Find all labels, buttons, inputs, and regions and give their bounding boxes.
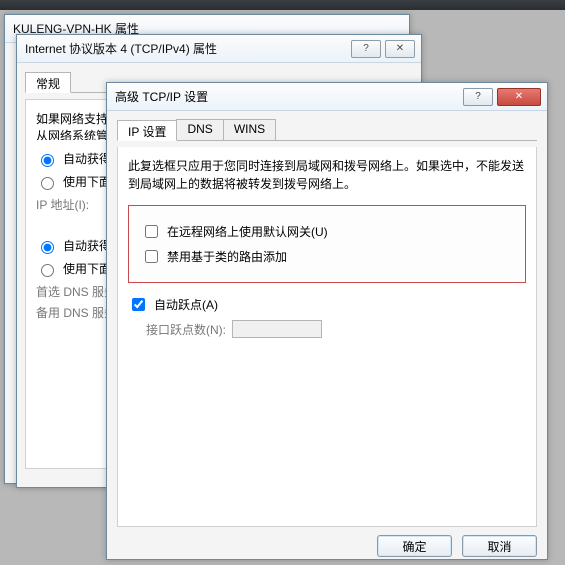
checkbox-disable-class-route[interactable]: [145, 250, 158, 263]
tab-general-label: 常规: [36, 77, 60, 91]
button-row: 确定 取消: [107, 527, 547, 565]
close-button-advanced[interactable]: ✕: [497, 88, 541, 106]
gateway-group: 在远程网络上使用默认网关(U) 禁用基于类的路由添加: [128, 205, 526, 283]
window-advanced-tcpip: 高级 TCP/IP 设置 ? ✕ IP 设置 DNS WINS 此复选框只应用于…: [106, 82, 548, 560]
advanced-intro: 此复选框只应用于您同时连接到局域网和拨号网络上。如果选中，不能发送到局域网上的数…: [128, 157, 526, 193]
checkbox-auto-metric-label: 自动跃点(A): [154, 296, 218, 313]
metric-input: [232, 320, 322, 338]
tab-ip-settings[interactable]: IP 设置: [117, 120, 177, 141]
radio-auto-dns[interactable]: [41, 241, 54, 254]
close-icon: ✕: [515, 91, 523, 102]
help-icon: ?: [363, 43, 369, 54]
radio-use-dns[interactable]: [41, 264, 54, 277]
close-icon: ✕: [396, 43, 404, 54]
titlebar-ipv4[interactable]: Internet 协议版本 4 (TCP/IPv4) 属性 ? ✕: [17, 35, 421, 63]
tab-wins[interactable]: WINS: [223, 119, 276, 140]
checkbox-disable-class-route-label: 禁用基于类的路由添加: [167, 248, 287, 265]
cancel-button[interactable]: 取消: [462, 535, 537, 557]
help-button-ipv4[interactable]: ?: [351, 40, 381, 58]
tab-dns[interactable]: DNS: [176, 119, 223, 140]
title-ipv4: Internet 协议版本 4 (TCP/IPv4) 属性: [25, 40, 347, 57]
ip-label: IP 地址(I):: [36, 196, 106, 213]
tab-general[interactable]: 常规: [25, 72, 71, 93]
title-advanced: 高级 TCP/IP 设置: [115, 88, 459, 105]
tab-ip-label: IP 设置: [128, 125, 166, 139]
tabstrip-advanced: IP 设置 DNS WINS: [117, 119, 537, 141]
close-button-ipv4[interactable]: ✕: [385, 40, 415, 58]
checkbox-auto-metric[interactable]: [132, 298, 145, 311]
help-icon: ?: [475, 91, 481, 102]
tab-dns-label: DNS: [187, 122, 212, 136]
metric-label: 接口跃点数(N):: [146, 321, 226, 338]
help-button-advanced[interactable]: ?: [463, 88, 493, 106]
radio-auto-ip[interactable]: [41, 154, 54, 167]
titlebar-advanced[interactable]: 高级 TCP/IP 设置 ? ✕: [107, 83, 547, 111]
ok-button-label: 确定: [402, 538, 426, 555]
app-titlebar-strip: [0, 0, 565, 10]
cancel-button-label: 取消: [487, 538, 511, 555]
checkbox-remote-gateway-label: 在远程网络上使用默认网关(U): [167, 223, 328, 240]
checkbox-remote-gateway[interactable]: [145, 225, 158, 238]
ok-button[interactable]: 确定: [377, 535, 452, 557]
radio-use-ip[interactable]: [41, 177, 54, 190]
tab-wins-label: WINS: [234, 122, 265, 136]
